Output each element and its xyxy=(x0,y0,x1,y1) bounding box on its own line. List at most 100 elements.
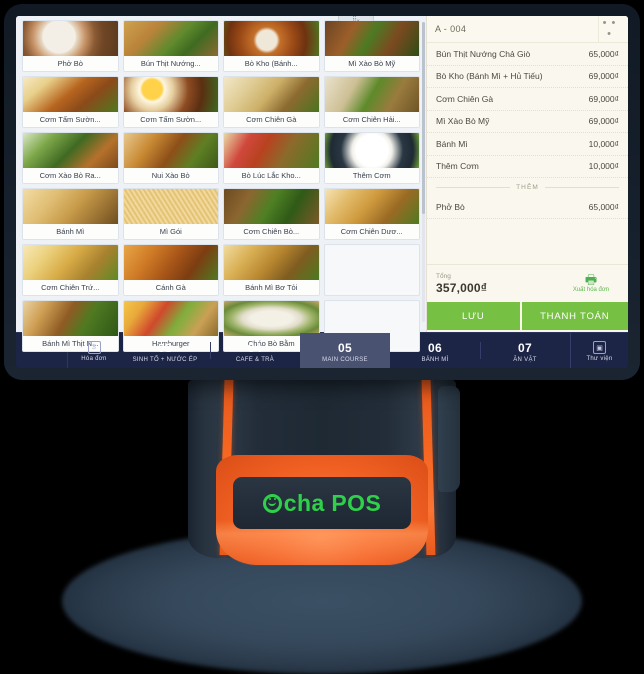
nav-item-category-04[interactable]: 04 CAFE & TRÀ xyxy=(210,333,300,368)
order-item-price: 10,000₫ xyxy=(588,161,619,172)
product-image xyxy=(224,245,319,280)
product-tile-label: Cơm Chiên Dươ... xyxy=(324,224,419,239)
product-tile[interactable]: Mì Xào Bò Mỹ xyxy=(323,20,420,72)
product-tile[interactable]: Thêm Cơm xyxy=(323,132,420,184)
order-header: A - 004 • • • xyxy=(427,16,628,43)
product-image xyxy=(123,21,218,56)
order-item-name: Mì Xào Bò Mỹ xyxy=(436,116,490,127)
order-item-row[interactable]: Bò Kho (Bánh Mì + Hủ Tiếu) 69,000₫ xyxy=(427,66,628,88)
product-tile-label: Cơm Chiên Bò... xyxy=(224,224,319,239)
pos-device-illustration: cha POS ⠿⌄ Phở Bò Bún Thịt Nướng... Bò Kho… xyxy=(0,0,644,674)
nav-item-category-05[interactable]: 05 MAIN COURSE xyxy=(300,333,390,368)
grid-scrollbar-thumb[interactable] xyxy=(422,22,425,214)
order-item-row[interactable]: Mì Xào Bò Mỹ 69,000₫ xyxy=(427,111,628,133)
order-item-name: Bánh Mì xyxy=(436,138,468,149)
product-tile[interactable]: Cơm Chiên Trứ... xyxy=(22,244,119,296)
product-tile[interactable]: Cơm Xào Bò Ra... xyxy=(22,132,119,184)
printer-icon: 🖶 xyxy=(584,272,598,287)
order-item-price: 10,000₫ xyxy=(588,138,619,149)
product-tile-label: Cơm Tấm Sườn... xyxy=(23,112,118,127)
order-more-button[interactable]: • • • xyxy=(598,16,620,42)
nav-category-label: BÁNH MÌ xyxy=(421,356,449,363)
product-image xyxy=(224,77,319,112)
product-tile[interactable]: Mì Gói xyxy=(122,188,219,240)
print-invoice-label: Xuất hóa đơn xyxy=(572,287,610,293)
product-tile[interactable]: Bò Lúc Lắc Kho... xyxy=(223,132,320,184)
order-item-row[interactable]: Thêm Cơm 10,000₫ xyxy=(427,156,628,178)
category-navbar: $ Hóa đơn 03 SINH TỐ + NƯỚC ÉP 04 CAFE & TR… xyxy=(16,332,628,368)
order-item-row[interactable]: Bánh Mì 10,000₫ xyxy=(427,133,628,156)
product-tile[interactable]: Cơm Tấm Sườn... xyxy=(22,76,119,128)
product-tile-label: Mì Gói xyxy=(123,224,218,239)
product-tile[interactable]: Bún Thịt Nướng... xyxy=(122,20,219,72)
save-button[interactable]: LƯU xyxy=(427,302,520,330)
product-tile-label: Phở Bò xyxy=(23,56,118,71)
order-action-bar: LƯU THANH TOÁN xyxy=(427,302,628,332)
logo-smiley-icon xyxy=(262,493,282,513)
product-image xyxy=(224,21,319,56)
device-side-rail xyxy=(438,386,460,492)
product-tile-label: Bò Lúc Lắc Kho... xyxy=(224,168,319,183)
order-item-row[interactable]: Bún Thịt Nướng Chả Giò 65,000₫ xyxy=(427,43,628,66)
product-tile-label: Cơm Tấm Sườn... xyxy=(123,112,218,127)
order-item-price: 65,000₫ xyxy=(588,201,619,212)
product-image xyxy=(123,301,218,336)
product-image xyxy=(123,77,218,112)
product-tile[interactable]: Bò Kho (Bánh... xyxy=(223,20,320,72)
product-image xyxy=(324,21,419,56)
nav-item-library-label: Thư viện xyxy=(586,356,613,362)
product-tile[interactable]: Bánh Mì Bơ Tỏi xyxy=(223,244,320,296)
order-item-row[interactable]: Cơm Chiên Gà 69,000₫ xyxy=(427,88,628,111)
product-image xyxy=(23,133,118,168)
screen-bezel: ⠿⌄ Phở Bò Bún Thịt Nướng... Bò Kho (Bánh..… xyxy=(4,4,640,380)
product-image xyxy=(324,189,419,224)
product-tile-label: Mì Xào Bò Mỹ xyxy=(324,56,419,71)
product-tile-label: Cơm Chiên Hải... xyxy=(324,112,419,127)
product-tile[interactable]: Bánh Mì xyxy=(22,188,119,240)
product-tile-label: Cánh Gà xyxy=(123,280,218,295)
product-tile-label: Cơm Chiên Gà xyxy=(224,112,319,127)
product-tile[interactable]: Cơm Chiên Dươ... xyxy=(323,188,420,240)
nav-item-category-06[interactable]: 06 BÁNH MÌ xyxy=(390,333,480,368)
order-total-label: Tổng xyxy=(436,272,451,280)
product-tile-label: Bánh Mì Bơ Tỏi xyxy=(224,280,319,295)
product-grid-pane: ⠿⌄ Phở Bò Bún Thịt Nướng... Bò Kho (Bánh..… xyxy=(16,16,426,352)
print-invoice-button[interactable]: 🖶 Xuất hóa đơn xyxy=(563,272,619,293)
pay-button[interactable]: THANH TOÁN xyxy=(521,302,628,330)
nav-category-number: 03 xyxy=(158,340,172,355)
product-image xyxy=(324,133,419,168)
nav-item-library[interactable]: ▣ Thư viện xyxy=(570,333,628,368)
order-item-price: 69,000₫ xyxy=(588,93,619,104)
nav-item-category-07[interactable]: 07 ĂN VẶT xyxy=(480,333,570,368)
order-item-list: Bún Thịt Nướng Chả Giò 65,000₫ Bò Kho (Bán… xyxy=(427,43,628,264)
product-image xyxy=(224,301,319,336)
order-item-name: Bún Thịt Nướng Chả Giò xyxy=(436,48,531,59)
product-tile[interactable]: Cơm Chiên Bò... xyxy=(223,188,320,240)
product-image xyxy=(224,133,319,168)
product-tile[interactable]: Cơm Tấm Sườn... xyxy=(122,76,219,128)
product-tile[interactable]: Phở Bò xyxy=(22,20,119,72)
brand-logo-panel: cha POS xyxy=(233,477,411,529)
nav-item-category-03[interactable]: 03 SINH TỐ + NƯỚC ÉP xyxy=(120,333,210,368)
product-tile-label: Cơm Chiên Trứ... xyxy=(23,280,118,295)
nav-item-bill[interactable]: $ Hóa đơn xyxy=(68,333,120,368)
nav-category-group: 03 SINH TỐ + NƯỚC ÉP 04 CAFE & TRÀ 05 MAIN CO… xyxy=(120,333,570,368)
order-extra-divider: THÊM xyxy=(427,178,628,196)
product-tile-label: Thêm Cơm xyxy=(324,168,419,183)
nav-category-label: MAIN COURSE xyxy=(322,356,368,363)
product-tile[interactable]: Cơm Chiên Gà xyxy=(223,76,320,128)
order-item-price: 69,000₫ xyxy=(588,71,619,82)
product-tile[interactable]: Cơm Chiên Hải... xyxy=(323,76,420,128)
nav-category-number: 04 xyxy=(248,340,262,355)
nav-category-number: 07 xyxy=(518,340,532,355)
nav-category-label: ĂN VẶT xyxy=(513,356,537,363)
product-grid: Phở Bò Bún Thịt Nướng... Bò Kho (Bánh... Mì… xyxy=(22,20,420,352)
order-panel: A - 004 • • • Bún Thịt Nướng Chả Giò 65,0… xyxy=(426,16,628,332)
order-item-name: Cơm Chiên Gà xyxy=(436,93,494,104)
product-tile[interactable]: Cánh Gà xyxy=(122,244,219,296)
order-item-row[interactable]: Phở Bò 65,000₫ xyxy=(427,196,628,219)
order-item-price: 65,000₫ xyxy=(588,48,619,59)
screen-body: ⠿⌄ Phở Bò Bún Thịt Nướng... Bò Kho (Bánh..… xyxy=(16,16,628,352)
order-item-price: 69,000₫ xyxy=(588,116,619,127)
product-tile[interactable]: Nui Xào Bò xyxy=(122,132,219,184)
